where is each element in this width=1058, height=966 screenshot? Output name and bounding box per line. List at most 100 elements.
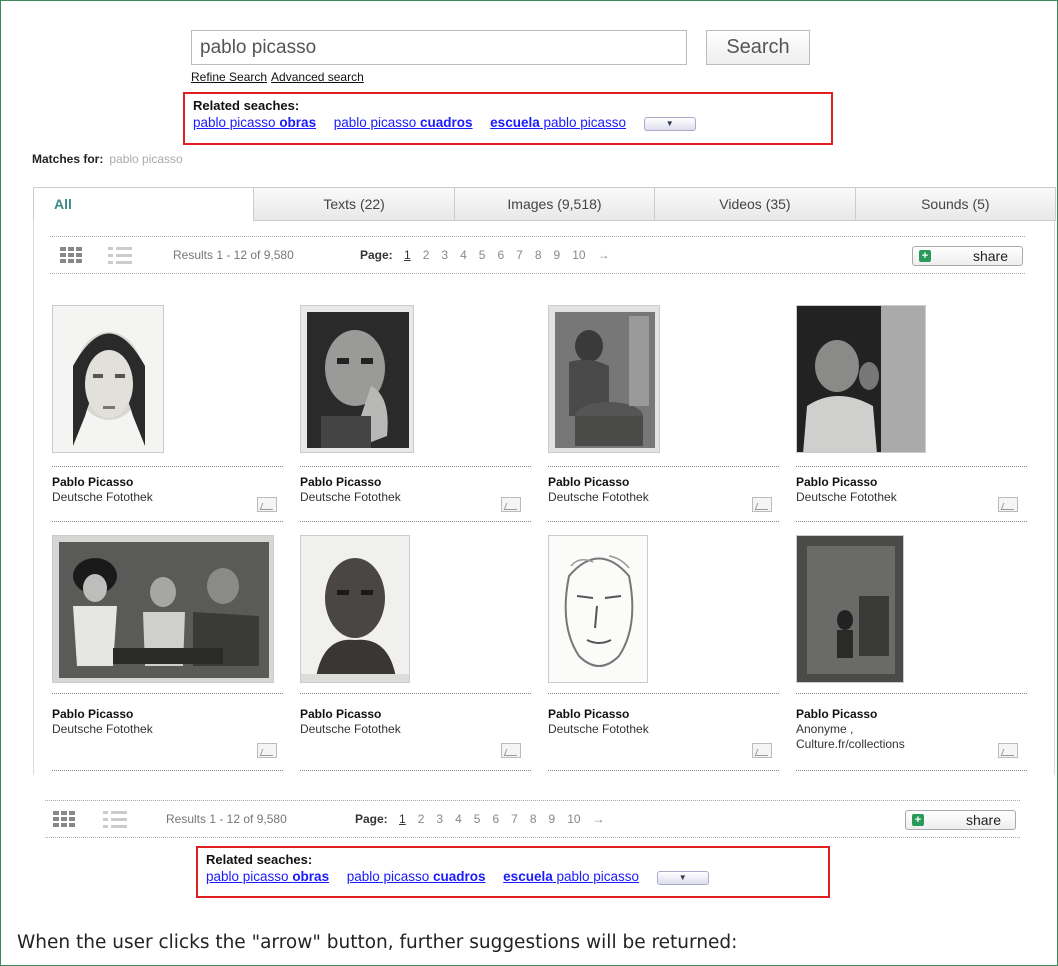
result-card[interactable]: Pablo Picasso Deutsche Fotothek: [300, 305, 531, 525]
results-summary: Results 1 - 12 of 9,580: [173, 248, 294, 262]
page-link[interactable]: 9: [549, 812, 556, 826]
portrait-thumbnail[interactable]: [52, 535, 274, 683]
result-card[interactable]: Pablo Picasso Deutsche Fotothek: [548, 535, 779, 773]
card-source: Deutsche Fotothek: [300, 722, 401, 736]
portrait-thumbnail[interactable]: [300, 305, 414, 453]
card-source-link[interactable]: Culture.fr/collections: [796, 737, 905, 752]
result-card[interactable]: Pablo Picasso Deutsche Fotothek: [300, 535, 531, 773]
page-link[interactable]: 8: [535, 248, 542, 262]
image-type-icon: [998, 497, 1018, 512]
related-link-cuadros[interactable]: pablo picasso cuadros: [347, 869, 486, 884]
plus-icon: +: [912, 814, 924, 826]
result-card[interactable]: Pablo Picasso Deutsche Fotothek: [52, 535, 283, 773]
page-link[interactable]: 6: [497, 248, 504, 262]
next-page-link[interactable]: →: [593, 812, 605, 826]
card-title[interactable]: Pablo Picasso: [796, 475, 877, 489]
refine-search-link[interactable]: Refine Search: [191, 70, 267, 84]
portrait-thumbnail[interactable]: [796, 535, 904, 683]
share-button[interactable]: + share: [905, 810, 1016, 830]
related-title: Related seaches:: [206, 852, 313, 867]
card-source: Deutsche Fotothek: [548, 490, 649, 504]
result-card[interactable]: Pablo Picasso Deutsche Fotothek: [52, 305, 283, 525]
share-button[interactable]: + share: [912, 246, 1023, 266]
image-type-icon: [752, 497, 772, 512]
card-title[interactable]: Pablo Picasso: [300, 475, 381, 489]
portrait-thumbnail[interactable]: [52, 305, 164, 453]
portrait-thumbnail[interactable]: [796, 305, 926, 453]
page-link[interactable]: 3: [441, 248, 448, 262]
related-link-cuadros[interactable]: pablo picasso cuadros: [334, 115, 473, 130]
refine-links: Refine Search Advanced search: [191, 70, 368, 84]
tab-all[interactable]: All: [33, 187, 255, 221]
card-source: Deutsche Fotothek: [548, 722, 649, 736]
tab-videos[interactable]: Videos (35): [654, 187, 856, 221]
related-title: Related seaches:: [193, 98, 300, 113]
next-page-link[interactable]: →: [598, 248, 610, 262]
caption-text: When the user clicks the "arrow" button,…: [17, 932, 738, 953]
card-source: Deutsche Fotothek: [796, 490, 897, 504]
portrait-thumbnail[interactable]: [300, 535, 410, 683]
grid-view-icon[interactable]: [53, 811, 77, 829]
portrait-thumbnail[interactable]: [548, 535, 648, 683]
related-searches-top: Related seaches: pablo picasso obras pab…: [183, 92, 833, 145]
matches-for: Matches for: pablo picasso: [32, 152, 183, 166]
page-link[interactable]: 5: [474, 812, 481, 826]
image-type-icon: [501, 743, 521, 758]
results-bar-top: Results 1 - 12 of 9,580 Page: 1234567891…: [50, 236, 1025, 274]
card-title[interactable]: Pablo Picasso: [548, 707, 629, 721]
tab-images[interactable]: Images (9,518): [453, 187, 656, 221]
related-link-obras[interactable]: pablo picasso obras: [206, 869, 329, 884]
card-source: Deutsche Fotothek: [52, 722, 153, 736]
card-source: Anonyme ,: [796, 722, 854, 736]
image-type-icon: [998, 743, 1018, 758]
plus-icon: +: [919, 250, 931, 262]
related-link-escuela[interactable]: escuela pablo picasso: [490, 115, 626, 130]
page-link[interactable]: 2: [418, 812, 425, 826]
image-type-icon: [752, 743, 772, 758]
image-type-icon: [501, 497, 521, 512]
result-card[interactable]: Pablo Picasso Deutsche Fotothek: [548, 305, 779, 525]
portrait-thumbnail[interactable]: [548, 305, 660, 453]
card-title[interactable]: Pablo Picasso: [300, 707, 381, 721]
matches-query: pablo picasso: [109, 152, 183, 166]
list-view-icon[interactable]: [108, 247, 132, 265]
advanced-search-link[interactable]: Advanced search: [271, 70, 364, 84]
search-input[interactable]: pablo picasso: [191, 30, 687, 65]
tab-texts[interactable]: Texts (22): [253, 187, 455, 221]
page-link[interactable]: 10: [572, 248, 585, 262]
page-link[interactable]: 3: [436, 812, 443, 826]
page-link[interactable]: 7: [516, 248, 523, 262]
page-link[interactable]: 6: [492, 812, 499, 826]
image-type-icon: [257, 743, 277, 758]
card-source: Deutsche Fotothek: [300, 490, 401, 504]
related-searches-bottom: Related seaches: pablo picasso obras pab…: [196, 846, 830, 898]
page-link[interactable]: 4: [460, 248, 467, 262]
page-link[interactable]: 1: [399, 812, 406, 826]
result-card[interactable]: Pablo Picasso Anonyme , Culture.fr/colle…: [796, 535, 1027, 773]
result-tabs: All Texts (22) Images (9,518) Videos (35…: [33, 187, 1057, 221]
chevron-down-icon[interactable]: ▼: [656, 870, 709, 885]
related-link-obras[interactable]: pablo picasso obras: [193, 115, 316, 130]
related-link-escuela[interactable]: escuela pablo picasso: [503, 869, 639, 884]
list-view-icon[interactable]: [103, 811, 127, 829]
page-link[interactable]: 8: [530, 812, 537, 826]
card-title[interactable]: Pablo Picasso: [796, 707, 877, 721]
page-link[interactable]: 4: [455, 812, 462, 826]
result-card[interactable]: Pablo Picasso Deutsche Fotothek: [796, 305, 1027, 525]
card-title[interactable]: Pablo Picasso: [52, 707, 133, 721]
page-link[interactable]: 10: [567, 812, 580, 826]
page-link[interactable]: 7: [511, 812, 518, 826]
image-type-icon: [257, 497, 277, 512]
chevron-down-icon[interactable]: ▼: [643, 116, 696, 131]
pagination: Page: 1 2 3 4 5 6 7 8 9 10 →: [360, 248, 610, 262]
card-title[interactable]: Pablo Picasso: [548, 475, 629, 489]
card-source: Deutsche Fotothek: [52, 490, 153, 504]
page-link[interactable]: 1: [404, 248, 411, 262]
tab-sounds[interactable]: Sounds (5): [854, 187, 1057, 221]
page-link[interactable]: 9: [554, 248, 561, 262]
page-link[interactable]: 5: [479, 248, 486, 262]
search-button[interactable]: Search: [706, 30, 810, 65]
page-link[interactable]: 2: [423, 248, 430, 262]
grid-view-icon[interactable]: [60, 247, 84, 265]
card-title[interactable]: Pablo Picasso: [52, 475, 133, 489]
